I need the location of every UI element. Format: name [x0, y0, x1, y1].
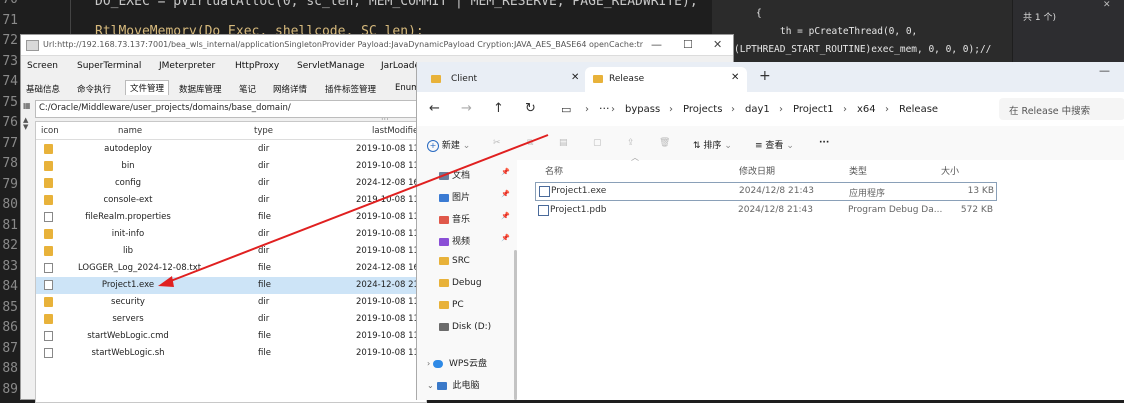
- annotation-arrow: [158, 134, 549, 287]
- arrow-head: [158, 276, 174, 287]
- arrow-line: [167, 134, 549, 283]
